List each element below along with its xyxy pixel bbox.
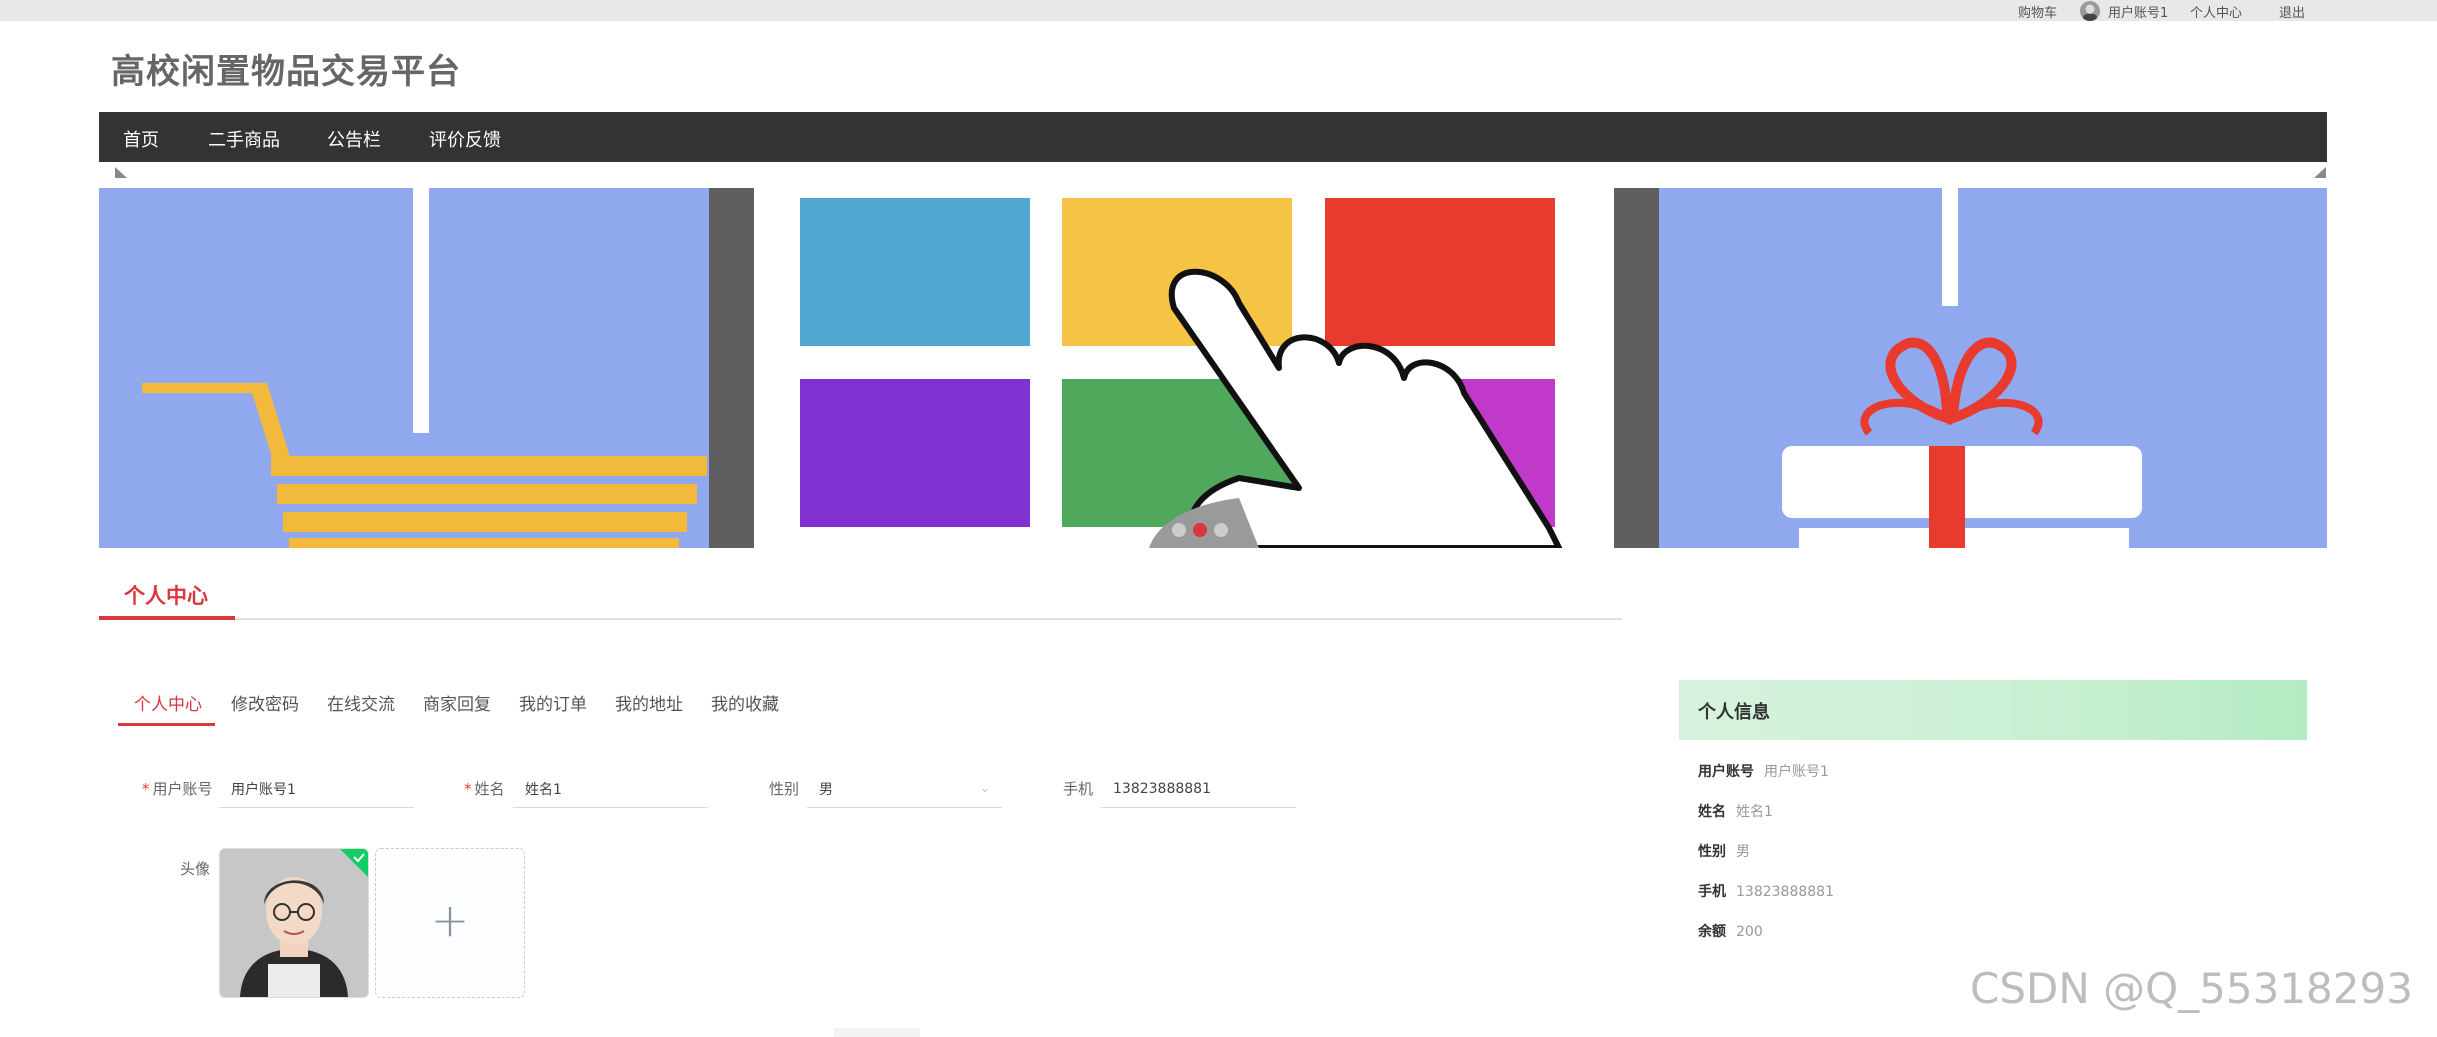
info-row-phone: 手机 13823888881 [1698, 884, 1834, 900]
nav-item-feedback[interactable]: 评价反馈 [429, 126, 501, 152]
banner-carousel[interactable] [99, 188, 2327, 548]
name-label: * 姓名 [464, 780, 505, 798]
watermark: CSDN @Q_55318293 [1970, 964, 2413, 1013]
carousel-dot-1[interactable] [1172, 523, 1186, 537]
chevron-down-icon: ⌄ [979, 781, 990, 795]
active-tab-indicator [118, 723, 215, 726]
info-panel-title: 个人信息 [1698, 702, 1770, 723]
tab-profile[interactable]: 个人中心 [134, 690, 202, 715]
avatar-upload-button[interactable]: + [375, 848, 525, 998]
bottom-strip [834, 1028, 920, 1037]
user-avatar-small [2080, 1, 2100, 21]
carousel-indicators [1172, 523, 1242, 539]
banner-prev-arrow[interactable] [115, 167, 127, 178]
section-title-underline [99, 616, 235, 620]
banner-next-arrow[interactable] [2314, 167, 2326, 178]
info-panel-header: 个人信息 [1679, 680, 2307, 740]
cart-link[interactable]: 购物车 [2018, 2, 2057, 21]
main-nav: 首页 二手商品 公告栏 评价反馈 [99, 112, 2327, 162]
avatar-image[interactable] [219, 848, 369, 998]
info-row-gender: 性别男 [1698, 844, 1750, 860]
phone-field[interactable] [1101, 770, 1296, 808]
upload-success-icon [340, 849, 368, 877]
avatar-label: 头像 [180, 860, 211, 878]
info-row-balance: 余额 200 [1698, 924, 1763, 940]
name-field[interactable] [513, 770, 708, 808]
tab-change-password[interactable]: 修改密码 [231, 690, 299, 715]
section-title: 个人中心 [124, 584, 208, 608]
site-title: 高校闲置物品交易平台 [111, 52, 461, 92]
gender-select[interactable]: 男 ⌄ [807, 770, 1002, 808]
nav-item-home[interactable]: 首页 [123, 126, 159, 152]
banner-illustration [99, 188, 2327, 548]
carousel-dot-3[interactable] [1214, 523, 1228, 537]
nav-item-notice[interactable]: 公告栏 [327, 126, 381, 152]
info-row-name: 姓名 姓名1 [1698, 804, 1773, 820]
nav-item-goods[interactable]: 二手商品 [208, 126, 280, 152]
top-utility-bar: 购物车 用户账号1 个人中心 退出 [0, 0, 2437, 21]
tab-my-favorites[interactable]: 我的收藏 [711, 690, 779, 715]
tab-merchant-reply[interactable]: 商家回复 [423, 690, 491, 715]
personal-center-link[interactable]: 个人中心 [2190, 2, 2242, 21]
account-label: * 用户账号 [142, 780, 213, 798]
phone-label: 手机 [1063, 780, 1094, 798]
gender-label: 性别 [769, 780, 800, 798]
username-link[interactable]: 用户账号1 [2108, 2, 2168, 21]
tab-online-chat[interactable]: 在线交流 [327, 690, 395, 715]
logout-link[interactable]: 退出 [2279, 2, 2305, 21]
account-field[interactable] [219, 770, 414, 808]
tab-my-address[interactable]: 我的地址 [615, 690, 683, 715]
plus-icon: + [430, 893, 470, 947]
carousel-dot-2[interactable] [1193, 523, 1207, 537]
gender-select-value: 男 [819, 782, 833, 798]
info-row-account: 用户账号 用户账号1 [1698, 764, 1829, 780]
tab-my-orders[interactable]: 我的订单 [519, 690, 587, 715]
section-divider [99, 618, 1622, 620]
